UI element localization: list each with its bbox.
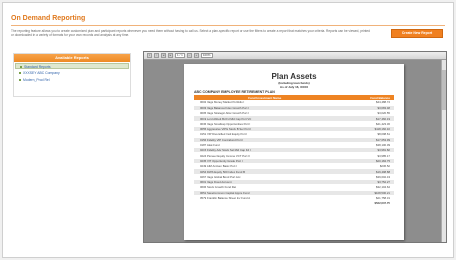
report-item-label: Modern_Prod Rel [23, 78, 50, 82]
zoom-level-field[interactable]: 100% [200, 53, 213, 58]
intro-text: The reporting feature allows you to crea… [11, 29, 370, 38]
total-row: $522,637.75 [194, 200, 394, 207]
viewer-toolbar: ▪ ▫ ◂ ▸ 1 / 1 − + 100% [144, 52, 446, 60]
report-item-standard[interactable]: Standard Reports [15, 63, 129, 69]
bullet-icon [20, 66, 22, 69]
create-report-button[interactable]: Create New Report [391, 29, 443, 38]
report-company: ABC COMPANY EMPLOYEE RETIREMENT PLAN [194, 90, 275, 94]
bullet-icon [19, 79, 21, 82]
report-page: Plan Assets (Including loan funds) As of… [184, 64, 404, 240]
total-balance: $522,637.75 [335, 200, 394, 207]
scroll-thumb[interactable] [442, 70, 446, 110]
page-number-field[interactable]: 1 / 1 [175, 53, 185, 58]
print-icon[interactable]: ▫ [154, 53, 159, 58]
title-divider [11, 25, 445, 26]
viewer-body: Plan Assets (Including loan funds) As of… [144, 60, 446, 242]
zoom-out-icon[interactable]: − [186, 53, 192, 58]
available-reports-header: Available Reports [14, 54, 130, 62]
zoom-in-icon[interactable]: + [193, 53, 199, 58]
fund-table: Fund Investment Name Fund Balance 0002 V… [194, 95, 394, 207]
pdf-viewer: ▪ ▫ ◂ ▸ 1 / 1 − + 100% Plan Assets (Incl… [143, 51, 447, 243]
total-spacer [194, 200, 336, 207]
report-item-label: Standard Reports [24, 65, 51, 69]
report-item-label: XXXSEY ABC Company [23, 71, 60, 75]
bullet-icon [19, 72, 21, 75]
report-title: Plan Assets [271, 72, 317, 81]
next-page-icon[interactable]: ▸ [168, 53, 173, 58]
available-reports-panel: Available Reports Standard Reports XXXSE… [13, 53, 131, 97]
page-frame: On Demand Reporting The reporting featur… [2, 2, 454, 258]
report-item-company[interactable]: XXXSEY ABC Company [15, 70, 129, 76]
report-date: As of July 16, XXXX [279, 85, 309, 89]
viewer-scrollbar[interactable] [441, 60, 446, 242]
save-icon[interactable]: ▪ [147, 53, 152, 58]
page-title: On Demand Reporting [11, 15, 86, 22]
prev-page-icon[interactable]: ◂ [161, 53, 166, 58]
report-item-modern[interactable]: Modern_Prod Rel [15, 77, 129, 83]
